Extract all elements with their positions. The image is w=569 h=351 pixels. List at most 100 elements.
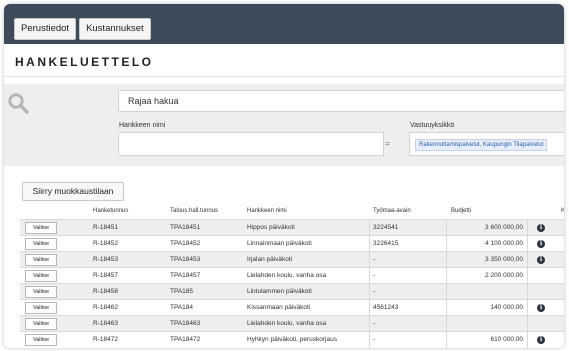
select-button[interactable]: Valitse [25,222,57,234]
cell-tyomaa: 4561243 [373,304,399,311]
cell-nimi: Kissanmaan päiväkoti [247,304,311,311]
col-header-tyomaa[interactable]: Työmaa-avain [373,208,411,214]
column-divider [369,300,370,316]
cell-budjetti: 3 350 000,00 [485,256,523,263]
edit-mode-button[interactable]: Siirry muokkaustilaan [22,182,124,201]
cell-hanketunnus: R-18458 [93,288,118,295]
table-row[interactable]: Valitse R-18452 TPA18452 Linnainmaan päiväk… [20,235,564,252]
cell-tyomaa: 3226415 [373,240,399,247]
cell-nimi: Lielahden koulu, vanha osa [247,320,327,327]
operator-label: = [385,139,390,148]
tab-kustannukset[interactable]: Kustannukset [79,18,151,40]
table-row[interactable]: Valitse R-18463 TPA18463 Lielahden koulu, v… [20,315,564,332]
select-button[interactable]: Valitse [25,318,57,330]
select-button[interactable]: Valitse [25,270,57,282]
cell-tyomaa: - [373,288,376,295]
info-icon[interactable]: i [537,224,545,232]
column-divider [369,316,370,332]
table-row[interactable]: Valitse R-18462 TPA184 Kissanmaan päiväkoti… [20,299,564,316]
cell-nimi: Hyhkyn päiväkoti, peruskorjaus [247,336,337,343]
cell-nimi: Lielahden koulu, vanha osa [247,272,327,279]
cell-budjetti: 140 000,00 [490,304,523,311]
column-divider [369,332,370,348]
project-table: Hanketunnus Talous.hall.tunnus Hankkeen … [20,205,564,348]
table-row[interactable]: Valitse R-18458 TPA185 Lintulammen päiväkot… [20,283,564,300]
cell-hanketunnus: R-18457 [93,272,118,279]
cell-budjetti: 2 200 000,00 [485,272,523,279]
cell-talous: TPA18457 [170,272,201,279]
cell-talous: TPA18472 [170,336,201,343]
column-divider [527,300,528,316]
cell-talous: TPA18452 [170,240,201,247]
unit-filter-chip[interactable]: Rakennuttamispalvelut, Kaupungin Tilapal… [415,139,548,151]
column-divider [527,252,528,268]
table-header: Hanketunnus Talous.hall.tunnus Hankkeen … [20,205,564,219]
top-bar: Perustiedot Kustannukset [4,4,564,44]
page-title: HANKELUETTELO [15,55,154,69]
tab-perustiedot[interactable]: Perustiedot [14,18,77,40]
name-filter-input[interactable] [118,132,384,156]
unit-filter-input[interactable]: Rakennuttamispalvelut, Kaupungin Tilapal… [409,132,564,156]
column-divider [369,236,370,252]
filter-panel: Rajaa hakua Hankkeen nimi = Vastuuyksikk… [4,84,564,166]
col-header-talous[interactable]: Talous.hall.tunnus [170,208,218,214]
unit-filter-label: Vastuuyksikkö [410,122,455,129]
info-icon[interactable]: i [537,304,545,312]
info-icon[interactable]: i [537,240,545,248]
column-divider [369,220,370,236]
divider [4,76,564,77]
column-divider [527,236,528,252]
select-button[interactable]: Valitse [25,238,57,250]
column-divider [446,284,447,300]
column-divider [527,316,528,332]
cell-hanketunnus: R-18472 [93,336,118,343]
cell-tyomaa: - [373,272,376,279]
cell-talous: TPA185 [170,288,194,295]
search-icon [7,92,29,114]
cell-hanketunnus: R-18462 [93,304,118,311]
col-header-ka[interactable]: Ka [561,208,564,214]
cell-nimi: Irjalan päiväkoti [247,256,293,263]
col-header-budjetti[interactable]: Budjetti [451,208,471,214]
cell-budjetti: 3 600 000,00 [485,224,523,231]
column-divider [527,268,528,284]
info-icon[interactable]: i [537,256,545,264]
cell-nimi: Lintulammen päiväkoti [247,288,312,295]
select-button[interactable]: Valitse [25,334,57,346]
table-body: Valitse R-18451 TPA18451 Hippos päiväkoti 32… [20,219,564,348]
search-input[interactable]: Rajaa hakua [118,90,564,112]
table-row[interactable]: Valitse R-18457 TPA18457 Lielahden koulu, v… [20,267,564,284]
info-icon[interactable]: i [537,336,545,344]
cell-budjetti: 610 000,00 [490,336,523,343]
cell-nimi: Hippos päiväkoti [247,224,295,231]
cell-talous: TPA18451 [170,224,201,231]
cell-tyomaa: - [373,336,376,343]
column-divider [527,220,528,236]
cell-talous: TPA18453 [170,256,201,263]
column-divider [369,252,370,268]
cell-tyomaa: - [373,256,376,263]
table-row[interactable]: Valitse R-18451 TPA18451 Hippos päiväkoti 32… [20,219,564,236]
cell-hanketunnus: R-18451 [93,224,118,231]
cell-tyomaa: - [373,320,376,327]
name-filter-label: Hankkeen nimi [119,122,166,129]
cell-talous: TPA18463 [170,320,201,327]
column-divider [369,284,370,300]
cell-hanketunnus: R-18463 [93,320,118,327]
table-row[interactable]: Valitse R-18472 TPA18472 Hyhkyn päiväkoti, … [20,331,564,348]
select-button[interactable]: Valitse [25,302,57,314]
tab-bar: Perustiedot Kustannukset [14,18,151,40]
cell-budjetti: 4 100 000,00 [485,240,523,247]
column-divider [369,268,370,284]
app-window: Perustiedot Kustannukset HANKELUETTELO R… [4,4,564,348]
col-header-nimi[interactable]: Hankkeen nimi [247,208,287,214]
cell-talous: TPA184 [170,304,194,311]
cell-nimi: Linnainmaan päiväkoti [247,240,312,247]
cell-hanketunnus: R-18452 [93,240,118,247]
select-button[interactable]: Valitse [25,286,57,298]
cell-tyomaa: 3224541 [373,224,399,231]
column-divider [446,316,447,332]
col-header-hanketunnus[interactable]: Hanketunnus [93,208,128,214]
select-button[interactable]: Valitse [25,254,57,266]
table-row[interactable]: Valitse R-18453 TPA18453 Irjalan päiväkoti -… [20,251,564,268]
